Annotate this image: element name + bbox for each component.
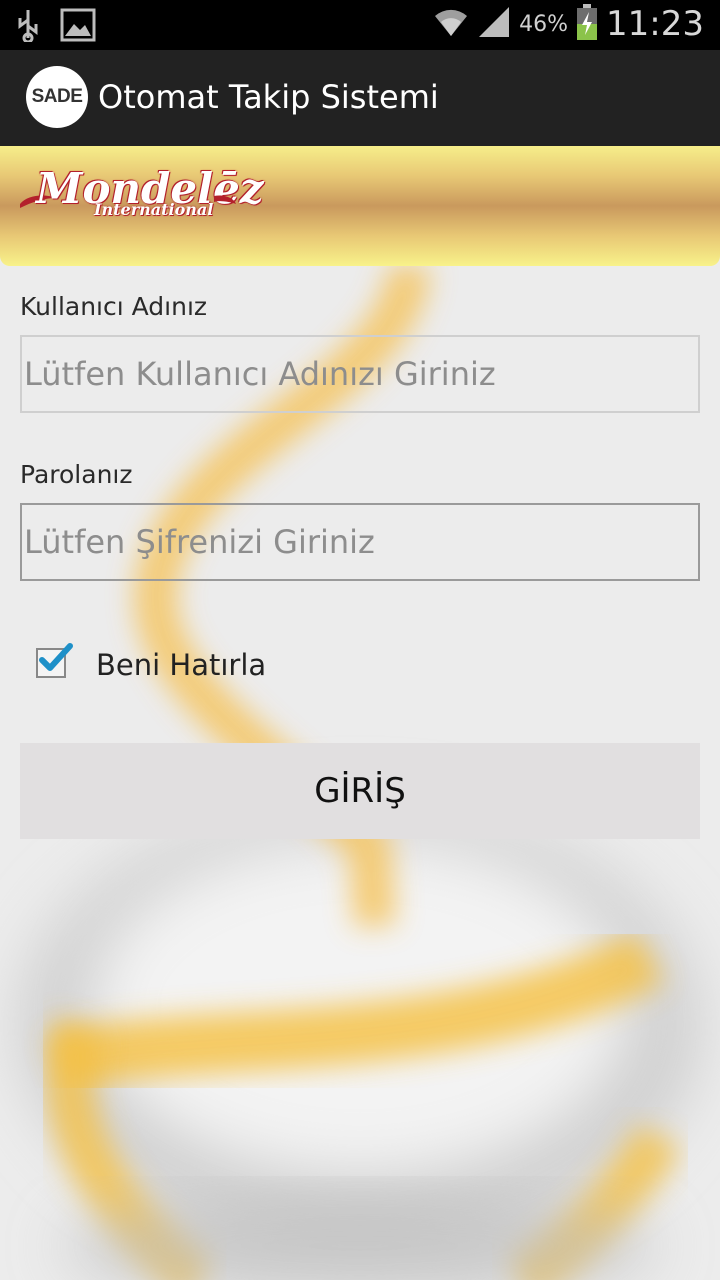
login-button[interactable]: GİRİŞ [20, 743, 700, 839]
image-icon [60, 8, 96, 46]
app-logo-text: SADE [31, 86, 83, 107]
app-title: Otomat Takip Sistemi [98, 78, 439, 116]
wifi-icon [433, 4, 469, 44]
remember-me-label[interactable]: Beni Hatırla [96, 648, 266, 682]
brand-banner: Mondelēz International [0, 146, 720, 266]
brand-swoosh-right-icon [214, 195, 236, 204]
signal-icon [477, 5, 511, 43]
battery-percent: 46% [519, 11, 569, 37]
clock: 11:23 [606, 4, 704, 44]
password-input[interactable] [20, 503, 700, 581]
usb-icon [14, 8, 42, 46]
remember-me-checkbox[interactable] [36, 643, 73, 678]
action-bar: SADE Otomat Takip Sistemi [0, 50, 720, 146]
username-label: Kullanıcı Adınız [20, 292, 208, 321]
status-bar: 46% 11:23 [0, 0, 720, 50]
brand-logo-subtitle: International [94, 200, 214, 219]
checkmark-icon [39, 643, 73, 671]
app-logo[interactable]: SADE [26, 66, 88, 128]
username-input[interactable] [20, 335, 700, 413]
password-label: Parolanız [20, 460, 133, 489]
battery-charging-icon [576, 4, 598, 44]
